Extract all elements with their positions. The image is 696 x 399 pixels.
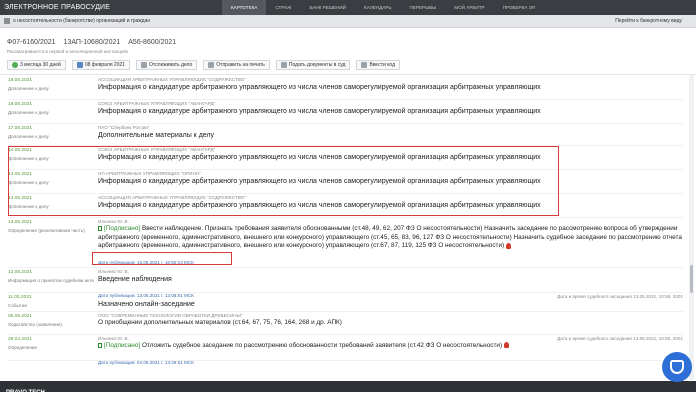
category-icon [4, 18, 10, 24]
event-title[interactable]: Введение наблюдения [98, 275, 683, 284]
event-title[interactable]: [Подписано] Ввести наблюдение. Признать … [98, 225, 683, 251]
toolbar: 3 месяца 30 дней 08 февраля 2021 Отслежи… [7, 60, 401, 70]
event-title[interactable]: Информация о кандидатуре арбитражного уп… [98, 107, 683, 116]
event-title[interactable]: Информация о кандидатуре арбитражного уп… [98, 83, 683, 92]
emblem-icon [662, 352, 692, 382]
event-date: 29.04.2021 [8, 337, 33, 342]
document-icon [98, 342, 102, 348]
scrollbar[interactable] [689, 75, 694, 380]
brand-title: ЭЛЕКТРОННОЕ ПРАВОСУДИЕ [4, 4, 111, 11]
event-author-meta: Ильенко Ю. В. Дата и время судебного засе… [98, 336, 683, 341]
case-number-first[interactable]: А56-8600/2021 [128, 39, 176, 46]
bankruptcy-view-link[interactable]: Перейти к банкротному виду [615, 18, 696, 24]
top-nav: КАРТОТЕКА СТРАЖ БАНК РЕШЕНИЙ КАЛЕНДАРЬ П… [222, 0, 544, 15]
ruling-text: Отложить судебное заседание по рассмотре… [141, 342, 503, 349]
case-number-appeal[interactable]: 13АП-10680/2021 [64, 39, 121, 46]
event-type: Определение [8, 345, 38, 350]
footer-logo: PRAVO TECH [6, 390, 45, 396]
event-date: 13.05.2021 [8, 220, 33, 225]
sub-bar: о несостоятельности (банкротстве) органи… [0, 15, 696, 28]
hearing-meta: Дата и время судебного заседания 13.05.2… [557, 294, 683, 299]
nav-ep-check[interactable]: ПРОВЕРКА ЭП [494, 0, 545, 15]
event-date: 18.05.2021 [8, 78, 33, 83]
publication-date: Дата публикации: 04.05.2021 г. 13:29:51 … [98, 359, 194, 365]
event-title[interactable]: О приобщении дополнительных материалов (… [98, 319, 683, 328]
highlight-box-publication-date [92, 252, 232, 265]
event-type: Ходатайство (заявление) [8, 322, 62, 327]
event-type: Дополнение к делу [8, 86, 49, 91]
event-date: 18.05.2021 [8, 102, 33, 107]
top-bar: ЭЛЕКТРОННОЕ ПРАВОСУДИЕ КАРТОТЕКА СТРАЖ Б… [0, 0, 696, 15]
calendar-icon [76, 62, 83, 68]
event-author: СОЮЗ АРБИТРАЖНЫХ УПРАВЛЯЮЩИХ "АВАНГАРД" [98, 101, 216, 106]
case-header: Ф07-6160/2021 13АП-10680/2021 А56-8600/2… [7, 39, 176, 54]
seal-icon [506, 242, 512, 249]
nav-kartoteka[interactable]: КАРТОТЕКА [222, 0, 267, 15]
track-case-button[interactable]: Отслеживать дело [136, 60, 198, 70]
event-type: Дополнение к делу [8, 134, 49, 139]
event-author: Ильенко Ю. В. [98, 269, 129, 274]
event-title[interactable]: Назначено онлайн-заседание [98, 300, 683, 309]
nav-strazh[interactable]: СТРАЖ [266, 0, 300, 15]
signed-badge: [Подписано] [104, 225, 141, 232]
event-author: ООО "СОВРЕМЕННЫЕ ТЕХНОЛОГИИ ОБРАБОТКИ ДР… [98, 313, 243, 318]
event-author: АССОЦИАЦИЯ АРБИТРАЖНЫХ УПРАВЛЯЮЩИХ "СОДР… [98, 77, 246, 82]
event-type: Определение (резолютивная часть) [8, 228, 85, 233]
event-date: 13.05.2021 [8, 270, 33, 275]
nav-breaks[interactable]: ПЕРЕРЫВЫ [401, 0, 446, 15]
enter-code-button[interactable]: Ввести код [356, 60, 401, 70]
seal-icon [504, 342, 510, 349]
list-item[interactable]: 29.04.2021 Определение Ильенко Ю. В. Дата … [7, 335, 683, 365]
list-item[interactable]: 13.05.2021 Информация о принятом судебном… [7, 268, 683, 298]
event-date: 17.05.2021 [8, 126, 33, 131]
list-item[interactable]: 11.05.2021 Событие Дата и время судебного… [7, 293, 683, 312]
event-author: ПАО "Сбербанк России" [98, 125, 150, 130]
case-number-cassation[interactable]: Ф07-6160/2021 [7, 39, 56, 46]
event-title[interactable]: Дополнительные материалы к делу [98, 131, 683, 140]
footer-bar: PRAVO TECH [0, 381, 696, 396]
submit-documents-button[interactable]: Подать документы в суд [275, 60, 351, 70]
key-icon [361, 62, 368, 68]
event-date: 11.05.2021 [8, 295, 32, 300]
list-item[interactable]: 18.05.2021 Дополнение к делу АССОЦИАЦИЯ А… [7, 76, 683, 100]
clock-icon [12, 62, 18, 68]
deadline-button[interactable]: 3 месяца 30 дней [7, 60, 66, 70]
nav-my-arbitr[interactable]: МОЙ АРБИТР [445, 0, 493, 15]
list-item[interactable]: 18.05.2021 Дополнение к делу СОЮЗ АРБИТРА… [7, 100, 683, 124]
scrollbar-thumb[interactable] [690, 265, 693, 293]
document-icon [98, 225, 102, 231]
case-subtitle: Рассматривается в первой и апелляционной… [7, 49, 129, 54]
event-title[interactable]: [Подписано] Отложить судебное заседание … [98, 342, 683, 351]
signed-badge: [Подписано] [104, 342, 141, 349]
hearing-date-button[interactable]: 08 февраля 2021 [71, 60, 131, 70]
ruling-text: Ввести наблюдение. Признать требования з… [98, 225, 682, 250]
event-date: 05.05.2021 [8, 314, 33, 319]
case-category: о несостоятельности (банкротстве) органи… [13, 18, 151, 24]
list-item[interactable]: 17.05.2021 Дополнение к делу ПАО "Сбербан… [7, 124, 683, 146]
event-type: Дополнение к делу [8, 110, 49, 115]
print-button[interactable]: Отправить на печать [203, 60, 270, 70]
events-list: 18.05.2021 Дополнение к делу АССОЦИАЦИЯ А… [7, 76, 683, 365]
event-author: Ильенко Ю. В. [98, 219, 129, 224]
nav-bank-resheniy[interactable]: БАНК РЕШЕНИЙ [300, 0, 355, 15]
print-icon [208, 62, 215, 68]
highlight-box-kandidatury [8, 146, 559, 216]
nav-calendar[interactable]: КАЛЕНДАРЬ [355, 0, 401, 15]
upload-icon [280, 62, 287, 68]
event-type: Событие [8, 303, 28, 308]
list-item[interactable]: 05.05.2021 Ходатайство (заявление) ООО "С… [7, 312, 683, 335]
divider [0, 74, 696, 75]
event-type: Информация о принятом судебном акте [8, 278, 94, 283]
eye-icon [141, 62, 148, 68]
